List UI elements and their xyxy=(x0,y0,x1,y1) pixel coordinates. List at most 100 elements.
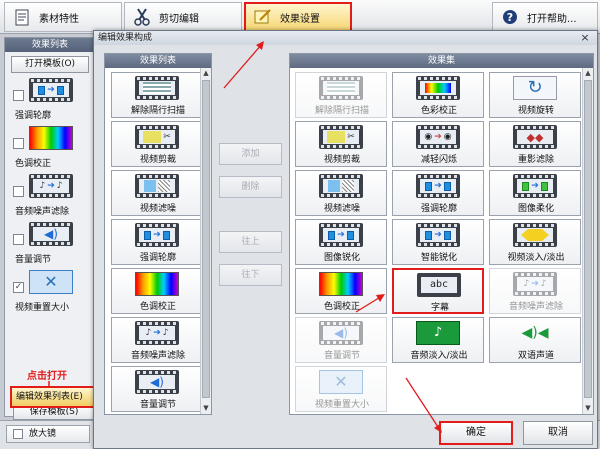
effect-list-item[interactable]: 色调校正 xyxy=(9,125,91,171)
effect-set-tile[interactable]: 色彩校正 xyxy=(392,72,484,118)
effect-enable-checkbox[interactable]: ✓ xyxy=(13,282,24,293)
resize-icon: ✕ xyxy=(29,270,73,294)
effect-set-tile-label: 视频淡入/淡出 xyxy=(507,253,565,263)
cancel-button[interactable]: 取消 xyxy=(523,421,593,445)
magnifier-toggle[interactable]: 放大镜 xyxy=(6,425,90,443)
effect-set-tile[interactable]: abc 字幕 xyxy=(392,268,484,314)
effect-set-tile[interactable]: ◉ ➔ ◉ 减轻闪烁 xyxy=(392,121,484,167)
volume-icon: ◀) xyxy=(29,222,73,246)
effect-set-tile[interactable]: ◀)◀ 双语声道 xyxy=(489,317,581,363)
effect-list-item-label: 音频噪声滤除 xyxy=(15,207,70,217)
effect-set-tile-label: 重影滤除 xyxy=(517,155,554,165)
effect-set-tile-label: 字幕 xyxy=(430,303,449,313)
effect-tile[interactable]: 视频滤噪 xyxy=(111,170,203,216)
help-icon: ? xyxy=(501,8,519,26)
effects-settings-button[interactable]: 效果设置 xyxy=(244,2,352,32)
effect-set-tile[interactable]: ➔ 图像柔化 xyxy=(489,170,581,216)
crop-icon: ✂ xyxy=(319,125,363,149)
clip-properties-button[interactable]: 素材特性 xyxy=(4,2,122,32)
effect-tile-label: 音频噪声滤除 xyxy=(130,351,185,361)
effect-list-item[interactable]: ➔ 强调轮廓 xyxy=(9,77,91,123)
scroll-thumb[interactable] xyxy=(584,80,592,398)
effect-enable-checkbox[interactable] xyxy=(13,90,24,101)
effect-set-tile-label: 音频淡入/淡出 xyxy=(410,351,468,361)
dialog-effect-list-pane: 效果列表 解除隔行扫描 ✂ 视频剪裁 视频滤噪 ➔ 强调轮廓 色调校正 ♪ ➔ ♪ 音频噪声滤除 ◀)… xyxy=(104,53,212,415)
effect-set-tile[interactable]: 色调校正 xyxy=(295,268,387,314)
effect-tile[interactable]: ✂ 视频剪裁 xyxy=(111,121,203,167)
effect-tile[interactable]: 色调校正 xyxy=(111,268,203,314)
open-help-label: 打开帮助... xyxy=(527,13,577,25)
effect-list-item[interactable]: ✓ ✕ 视频重置大小 xyxy=(9,269,91,315)
ok-button[interactable]: 确定 xyxy=(439,421,513,445)
effect-tile[interactable]: ♪ ➔ ♪ 音频噪声滤除 xyxy=(111,317,203,363)
effect-set-tile[interactable]: ➔ 强调轮廓 xyxy=(392,170,484,216)
effect-set-tile[interactable]: ↻ 视频旋转 xyxy=(489,72,581,118)
effect-set-tile[interactable]: ◆◆ 重影滤除 xyxy=(489,121,581,167)
close-icon[interactable]: × xyxy=(579,32,591,44)
outline-icon: ➔ xyxy=(135,223,179,247)
scroll-down-icon[interactable]: ▼ xyxy=(202,404,210,413)
color-correct-icon xyxy=(416,76,460,100)
scroll-up-icon[interactable]: ▲ xyxy=(202,69,210,78)
ghost-icon: ◆◆ xyxy=(513,125,557,149)
scroll-thumb[interactable] xyxy=(202,80,210,398)
effect-tile-label: 强调轮廓 xyxy=(139,253,176,263)
effect-set-scrollbar[interactable]: ▲ ▼ xyxy=(582,68,593,414)
soften-icon: ➔ xyxy=(513,174,557,198)
magnifier-checkbox[interactable] xyxy=(13,429,23,439)
effects-pencil-icon xyxy=(254,8,272,26)
effect-set-tile-label: 音量调节 xyxy=(323,351,360,361)
effect-list-item[interactable]: ◀) 音量调节 xyxy=(9,221,91,267)
open-help-button[interactable]: ? 打开帮助... xyxy=(492,2,598,32)
click-open-hint: 点击打开 xyxy=(27,371,67,382)
effect-set-tile[interactable]: ➔ 智能锐化 xyxy=(392,219,484,265)
outline-icon: ➔ xyxy=(416,174,460,198)
audio-noise-icon: ♪ ➔ ♪ xyxy=(29,174,73,198)
effect-enable-checkbox[interactable] xyxy=(13,234,24,245)
color-bars-icon xyxy=(29,126,73,150)
effect-tile[interactable]: 解除隔行扫描 xyxy=(111,72,203,118)
cut-edit-button[interactable]: 剪切编辑 xyxy=(124,2,242,32)
scroll-up-icon[interactable]: ▲ xyxy=(584,69,592,78)
effect-list-scrollbar[interactable]: ▲ ▼ xyxy=(200,68,211,414)
effect-tile-label: 视频滤噪 xyxy=(139,204,176,214)
dialog-title: 编辑效果构成 xyxy=(94,31,597,45)
denoise-icon xyxy=(319,174,363,198)
rotate-icon: ↻ xyxy=(513,76,557,100)
effect-set-title: 效果集 xyxy=(290,54,593,68)
volume-icon: ◀) xyxy=(135,370,179,394)
effect-set-tile[interactable]: ♪ 音频淡入/淡出 xyxy=(392,317,484,363)
move-down-button[interactable]: 往下 xyxy=(219,264,282,286)
resize-icon: ✕ xyxy=(319,370,363,394)
effect-set-tile[interactable]: 视频淡入/淡出 xyxy=(489,219,581,265)
effect-list-item-label: 视频重置大小 xyxy=(15,303,70,313)
flicker-icon: ◉ ➔ ◉ xyxy=(416,125,460,149)
open-template-button[interactable]: 打开模板(O) xyxy=(11,56,89,73)
effect-set-tile-label: 解除隔行扫描 xyxy=(314,106,369,116)
edit-effect-list-button[interactable]: 编辑效果列表(E) xyxy=(10,386,96,408)
effect-set-tile[interactable]: 视频滤噪 xyxy=(295,170,387,216)
effect-enable-checkbox[interactable] xyxy=(13,186,24,197)
effect-enable-checkbox[interactable] xyxy=(13,138,24,149)
add-button[interactable]: 添加 xyxy=(219,143,282,165)
main-toolbar: 素材特性 剪切编辑 效果设置 ? 打开帮助... xyxy=(0,0,600,34)
effect-set-tile[interactable]: ✂ 视频剪裁 xyxy=(295,121,387,167)
effect-list-item[interactable]: ♪ ➔ ♪ 音频噪声滤除 xyxy=(9,173,91,219)
effect-tile[interactable]: ➔ 强调轮廓 xyxy=(111,219,203,265)
color-bars-icon xyxy=(319,272,363,296)
delete-button[interactable]: 删除 xyxy=(219,176,282,198)
cut-edit-label: 剪切编辑 xyxy=(159,13,199,25)
scroll-down-icon[interactable]: ▼ xyxy=(584,404,592,413)
effect-set-tile: 解除隔行扫描 xyxy=(295,72,387,118)
effect-set-tile[interactable]: ➔ 图像锐化 xyxy=(295,219,387,265)
effect-set-tile-label: 视频滤噪 xyxy=(323,204,360,214)
effect-list-item-label: 强调轮廓 xyxy=(15,111,52,121)
move-up-button[interactable]: 往上 xyxy=(219,231,282,253)
clip-properties-label: 素材特性 xyxy=(39,13,79,25)
effect-tile-label: 音量调节 xyxy=(139,400,176,410)
crop-icon: ✂ xyxy=(135,125,179,149)
svg-text:?: ? xyxy=(507,11,513,24)
effect-set-tile-label: 图像锐化 xyxy=(323,253,360,263)
smart-sharpen-icon: ➔ xyxy=(416,223,460,247)
effect-tile[interactable]: ◀) 音量调节 xyxy=(111,366,203,412)
